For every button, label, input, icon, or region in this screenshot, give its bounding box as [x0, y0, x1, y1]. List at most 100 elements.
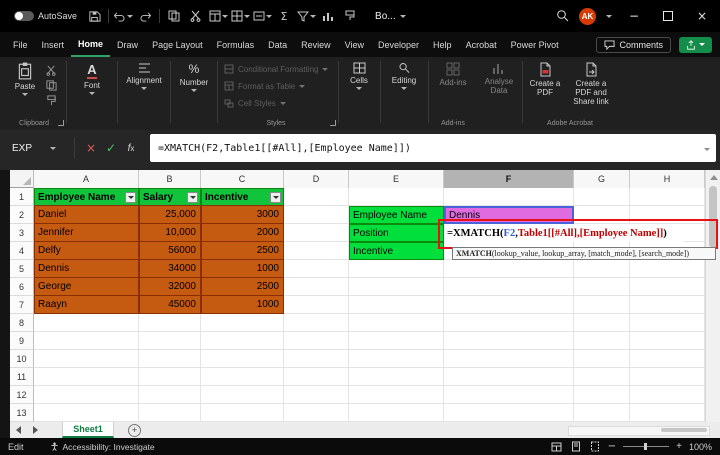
table-cell[interactable]: 2500: [201, 242, 284, 260]
table-cell[interactable]: 1000: [201, 260, 284, 278]
paste-button[interactable]: Paste: [8, 62, 42, 96]
row-header[interactable]: 9: [10, 332, 34, 350]
lookup-label-cell[interactable]: Incentive: [349, 242, 444, 260]
row-header[interactable]: 8: [10, 314, 34, 332]
grid-cell[interactable]: [574, 332, 630, 350]
grid-cell[interactable]: [574, 260, 630, 278]
format-painter-icon[interactable]: [46, 95, 57, 106]
table-header-cell[interactable]: Employee Name: [34, 188, 139, 206]
grid-cell[interactable]: [630, 404, 705, 422]
editing-group-button[interactable]: Editing: [383, 62, 425, 90]
grid-cell[interactable]: [139, 314, 201, 332]
column-header[interactable]: C: [201, 170, 284, 188]
normal-view-icon[interactable]: [551, 441, 563, 452]
tab-developer[interactable]: Developer: [371, 32, 426, 57]
create-pdf-share-button[interactable]: Create a PDF and Share link: [568, 62, 614, 107]
table-cell[interactable]: Daniel: [34, 206, 139, 224]
grid-cell[interactable]: [444, 296, 574, 314]
grid-cell[interactable]: [284, 404, 349, 422]
number-group-button[interactable]: % Number: [173, 62, 215, 92]
formula-bar-expand-icon[interactable]: [704, 148, 710, 151]
enter-button[interactable]: ✓: [102, 135, 120, 161]
grid-cell[interactable]: [444, 188, 574, 206]
grid-cell[interactable]: [284, 350, 349, 368]
tab-home[interactable]: Home: [71, 32, 111, 57]
sheet-nav-left-button[interactable]: [16, 426, 21, 434]
grid-cell[interactable]: [444, 404, 574, 422]
row-header[interactable]: 7: [10, 296, 34, 314]
grid-cell[interactable]: [349, 278, 444, 296]
grid-cell[interactable]: [34, 332, 139, 350]
minimize-button[interactable]: −: [622, 5, 646, 27]
clipboard-dialog-launcher[interactable]: [58, 120, 64, 126]
row-header[interactable]: 11: [10, 368, 34, 386]
grid-cell[interactable]: [630, 386, 705, 404]
font-group-button[interactable]: A Font: [70, 62, 114, 95]
grid-cell[interactable]: [630, 332, 705, 350]
grid-cell[interactable]: [574, 386, 630, 404]
grid-cell[interactable]: [139, 386, 201, 404]
cut-icon[interactable]: [185, 7, 207, 25]
table-cell[interactable]: 1000: [201, 296, 284, 314]
select-all-button[interactable]: [10, 170, 34, 188]
grid-cell[interactable]: [349, 404, 444, 422]
grid-cell[interactable]: [574, 188, 630, 206]
chevron-down-icon[interactable]: [606, 14, 612, 18]
lookup-label-cell[interactable]: Position: [349, 224, 444, 242]
row-header[interactable]: 3: [10, 224, 34, 242]
grid-cell[interactable]: [139, 404, 201, 422]
row-header[interactable]: 12: [10, 386, 34, 404]
table-cell[interactable]: 10,000: [139, 224, 201, 242]
scrollbar-thumb[interactable]: [661, 428, 707, 432]
grid-cell[interactable]: [574, 296, 630, 314]
table-cell[interactable]: 25,000: [139, 206, 201, 224]
grid-cell[interactable]: [201, 332, 284, 350]
grid-cell[interactable]: [630, 296, 705, 314]
table-cell[interactable]: 3000: [201, 206, 284, 224]
cell-styles-button[interactable]: Cell Styles: [224, 96, 286, 110]
column-header[interactable]: A: [34, 170, 139, 188]
grid-cell[interactable]: [284, 368, 349, 386]
grid-cell[interactable]: [349, 386, 444, 404]
analyse-data-button[interactable]: Analyse Data: [480, 62, 518, 95]
alignment-group-button[interactable]: Alignment: [120, 62, 168, 90]
tab-review[interactable]: Review: [294, 32, 338, 57]
horizontal-scrollbar[interactable]: [568, 426, 710, 436]
grid-cell[interactable]: [284, 296, 349, 314]
table-cell[interactable]: 2500: [201, 278, 284, 296]
grid-cell[interactable]: [201, 314, 284, 332]
row-header[interactable]: 4: [10, 242, 34, 260]
sheet-nav-right-button[interactable]: [33, 426, 38, 434]
sort-filter-icon[interactable]: [295, 7, 317, 25]
grid-cell[interactable]: [34, 350, 139, 368]
grid-cell[interactable]: [139, 368, 201, 386]
table-cell[interactable]: Delfy: [34, 242, 139, 260]
tab-file[interactable]: File: [6, 32, 35, 57]
table-cell[interactable]: 34000: [139, 260, 201, 278]
format-painter-icon[interactable]: [339, 7, 361, 25]
column-header[interactable]: B: [139, 170, 201, 188]
table-cell[interactable]: Jennifer: [34, 224, 139, 242]
table-cell[interactable]: 45000: [139, 296, 201, 314]
autosave-toggle[interactable]: AutoSave: [14, 11, 77, 21]
grid-cell[interactable]: [201, 386, 284, 404]
grid-cell[interactable]: [630, 350, 705, 368]
create-pdf-button[interactable]: Create a PDF: [526, 62, 564, 97]
table-cell[interactable]: Dennis: [34, 260, 139, 278]
copy-icon[interactable]: [163, 7, 185, 25]
grid-cell[interactable]: [349, 350, 444, 368]
zoom-slider[interactable]: [623, 443, 670, 450]
page-break-view-icon[interactable]: [589, 441, 601, 452]
add-sheet-button[interactable]: +: [128, 423, 141, 437]
grid-cell[interactable]: [574, 314, 630, 332]
zoom-out-button[interactable]: −: [608, 441, 616, 452]
grid-cell[interactable]: [284, 386, 349, 404]
tab-data[interactable]: Data: [261, 32, 294, 57]
tab-acrobat[interactable]: Acrobat: [459, 32, 504, 57]
cells-group-button[interactable]: Cells: [341, 62, 377, 90]
grid-cell[interactable]: [630, 368, 705, 386]
vertical-scrollbar[interactable]: [705, 170, 720, 422]
scroll-up-icon[interactable]: [710, 175, 718, 180]
grid-cell[interactable]: [284, 332, 349, 350]
column-header[interactable]: D: [284, 170, 349, 188]
